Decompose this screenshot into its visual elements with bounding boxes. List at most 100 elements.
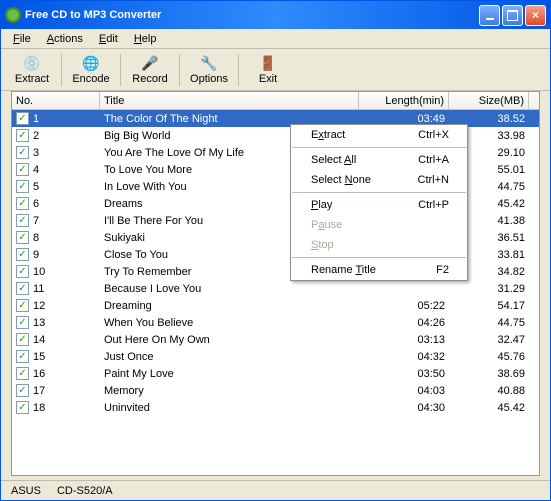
extract-button[interactable]: 💿Extract: [7, 53, 57, 87]
track-no: 11: [33, 283, 44, 295]
track-no: 13: [33, 317, 45, 329]
track-no: 7: [33, 215, 39, 227]
track-size: 38.69: [449, 368, 529, 380]
ctx-extract[interactable]: ExtractCtrl+X: [291, 125, 467, 145]
track-size: 44.75: [449, 317, 529, 329]
track-no: 2: [33, 130, 39, 142]
ctx-select-all[interactable]: Select AllCtrl+A: [291, 150, 467, 170]
table-row[interactable]: ✓ 16 Paint My Love03:5038.69: [12, 365, 539, 382]
checkbox-icon[interactable]: ✓: [16, 333, 29, 346]
track-size: 38.52: [449, 113, 529, 125]
app-window: Free CD to MP3 Converter × File Actions …: [0, 0, 551, 501]
checkbox-icon[interactable]: ✓: [16, 282, 29, 295]
table-row[interactable]: ✓ 12 Dreaming05:2254.17: [12, 297, 539, 314]
track-title: Just Once: [100, 351, 359, 363]
checkbox-icon[interactable]: ✓: [16, 112, 29, 125]
encode-icon: 🌐: [81, 55, 101, 73]
ctx-play[interactable]: PlayCtrl+P: [291, 195, 467, 215]
separator: [120, 54, 121, 86]
table-row[interactable]: ✓ 13 When You Believe04:2644.75: [12, 314, 539, 331]
track-title: Uninvited: [100, 402, 359, 414]
window-controls: ×: [479, 5, 546, 26]
track-list: No. Title Length(min) Size(MB) ✓1The Col…: [11, 91, 540, 476]
table-row[interactable]: ✓17Memory04:0340.88: [12, 382, 539, 399]
checkbox-icon[interactable]: ✓: [16, 214, 29, 227]
exit-icon: 🚪: [258, 55, 278, 73]
col-size[interactable]: Size(MB): [449, 92, 529, 109]
track-size: 31.29: [449, 283, 529, 295]
track-length: 03:13: [359, 334, 449, 346]
separator: [179, 54, 180, 86]
ctx-rename[interactable]: Rename TitleF2: [291, 260, 467, 280]
maximize-button[interactable]: [502, 5, 523, 26]
table-row[interactable]: ✓18Uninvited04:3045.42: [12, 399, 539, 416]
track-no: 14: [33, 334, 45, 346]
options-button[interactable]: 🔧Options: [184, 53, 234, 87]
checkbox-icon[interactable]: ✓: [16, 180, 29, 193]
track-title: When You Believe: [100, 317, 359, 329]
titlebar[interactable]: Free CD to MP3 Converter ×: [1, 1, 550, 29]
track-title: The Color Of The Night: [100, 113, 359, 125]
checkbox-icon[interactable]: ✓: [16, 129, 29, 142]
checkbox-icon[interactable]: ✓: [16, 401, 29, 414]
col-no[interactable]: No.: [12, 92, 100, 109]
checkbox-icon[interactable]: ✓: [16, 299, 29, 312]
track-size: 32.47: [449, 334, 529, 346]
track-length: 04:32: [359, 351, 449, 363]
exit-button[interactable]: 🚪Exit: [243, 53, 293, 87]
ctx-pause: Pause: [291, 215, 467, 235]
track-length: 03:50: [359, 368, 449, 380]
record-button[interactable]: 🎤Record: [125, 53, 175, 87]
table-row[interactable]: ✓ 11 Because I Love You 31.29: [12, 280, 539, 297]
checkbox-icon[interactable]: ✓: [16, 231, 29, 244]
list-header: No. Title Length(min) Size(MB): [12, 92, 539, 110]
table-row[interactable]: ✓14Out Here On My Own03:1332.47: [12, 331, 539, 348]
checkbox-icon[interactable]: ✓: [16, 163, 29, 176]
menu-actions[interactable]: Actions: [39, 31, 91, 47]
track-length: 04:26: [359, 317, 449, 329]
minimize-button[interactable]: [479, 5, 500, 26]
track-title: Because I Love You: [100, 283, 359, 295]
checkbox-icon[interactable]: ✓: [16, 367, 29, 380]
menubar: File Actions Edit Help: [1, 29, 550, 49]
separator: [238, 54, 239, 86]
close-button[interactable]: ×: [525, 5, 546, 26]
options-icon: 🔧: [199, 55, 219, 73]
menu-help[interactable]: Help: [126, 31, 165, 47]
table-row[interactable]: ✓ 15 Just Once04:3245.76: [12, 348, 539, 365]
track-title: Dreaming: [100, 300, 359, 312]
track-no: 4: [33, 164, 39, 176]
context-menu: ExtractCtrl+X Select AllCtrl+A Select No…: [290, 124, 468, 281]
separator: [292, 192, 466, 193]
track-no: 5: [33, 181, 39, 193]
track-size: 45.76: [449, 351, 529, 363]
track-no: 15: [33, 351, 45, 363]
encode-button[interactable]: 🌐Encode: [66, 53, 116, 87]
menu-edit[interactable]: Edit: [91, 31, 126, 47]
track-length: 05:22: [359, 300, 449, 312]
extract-icon: 💿: [22, 55, 42, 73]
menu-file[interactable]: File: [5, 31, 39, 47]
checkbox-icon[interactable]: ✓: [16, 316, 29, 329]
track-no: 16: [33, 368, 45, 380]
checkbox-icon[interactable]: ✓: [16, 265, 29, 278]
ctx-select-none[interactable]: Select NoneCtrl+N: [291, 170, 467, 190]
track-title: Paint My Love: [100, 368, 359, 380]
window-title: Free CD to MP3 Converter: [25, 9, 479, 21]
track-size: 45.42: [449, 402, 529, 414]
separator: [292, 147, 466, 148]
record-icon: 🎤: [140, 55, 160, 73]
track-length: 03:49: [359, 113, 449, 125]
separator: [61, 54, 62, 86]
checkbox-icon[interactable]: ✓: [16, 197, 29, 210]
track-length: 04:03: [359, 385, 449, 397]
checkbox-icon[interactable]: ✓: [16, 248, 29, 261]
track-no: 12: [33, 300, 45, 312]
checkbox-icon[interactable]: ✓: [16, 350, 29, 363]
col-length[interactable]: Length(min): [359, 92, 449, 109]
track-size: 54.17: [449, 300, 529, 312]
checkbox-icon[interactable]: ✓: [16, 146, 29, 159]
separator: [292, 257, 466, 258]
col-title[interactable]: Title: [100, 92, 359, 109]
checkbox-icon[interactable]: ✓: [16, 384, 29, 397]
